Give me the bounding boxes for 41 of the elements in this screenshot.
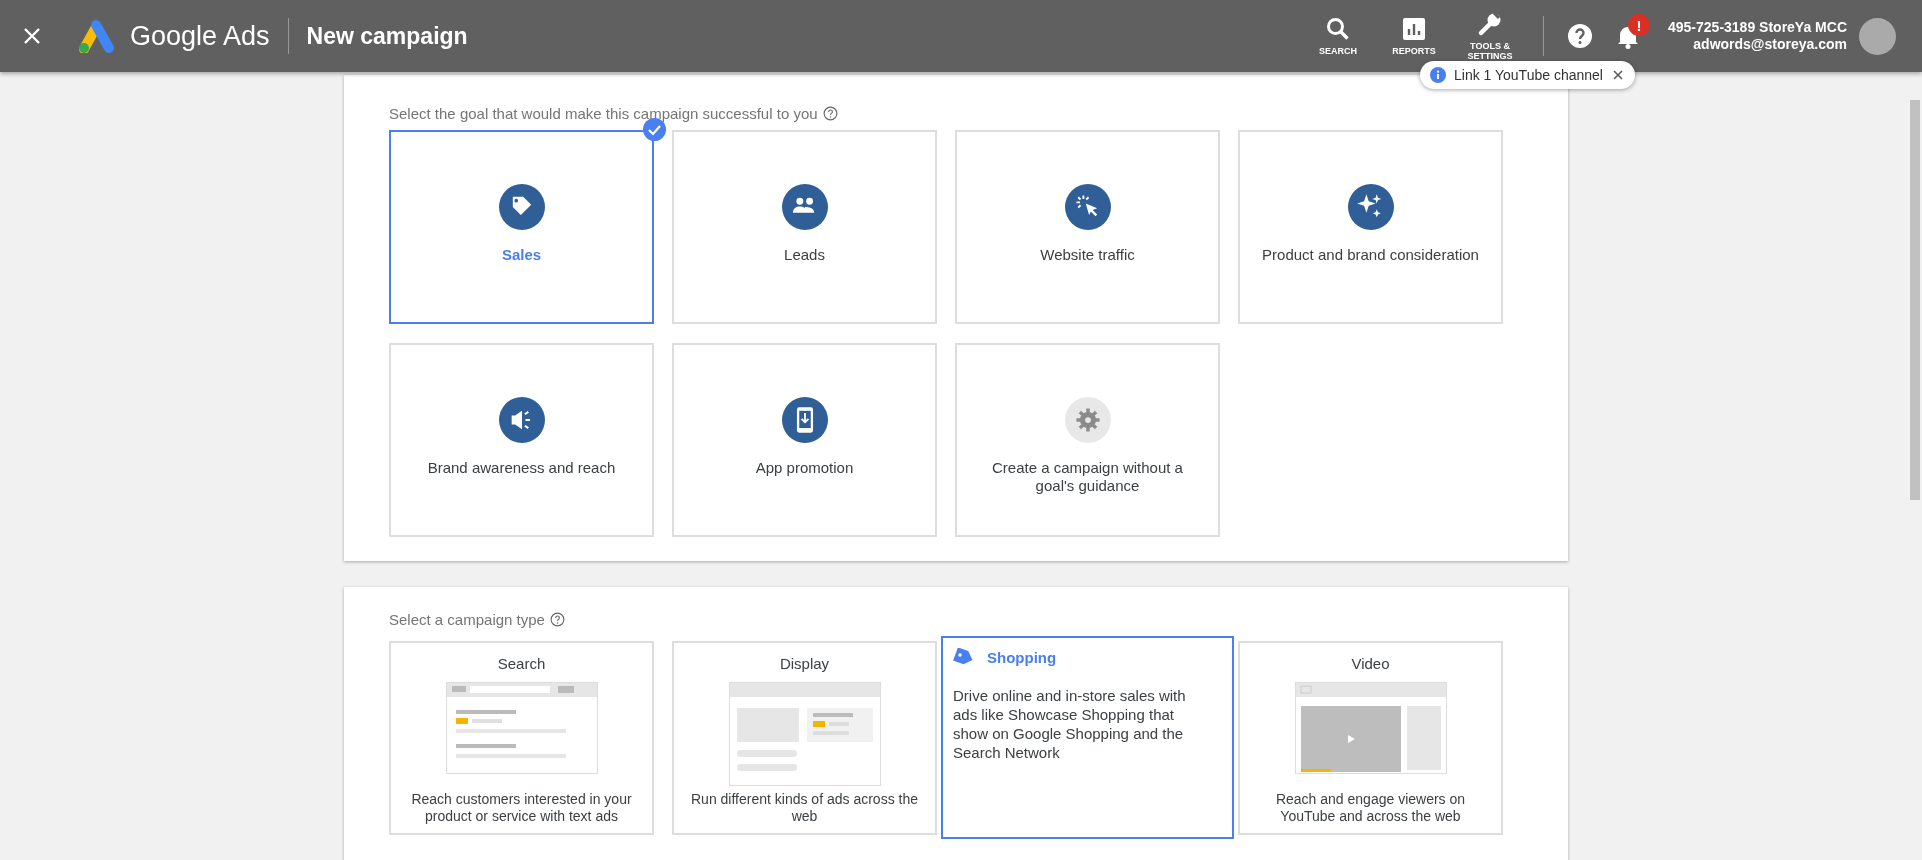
campaign-type-tile[interactable]: Video Reach and engage viewers on YouTube and across the web bbox=[1238, 641, 1503, 835]
campaign-type-prompt: Select a campaign type bbox=[389, 611, 545, 628]
megaphone-icon bbox=[498, 397, 545, 443]
goal-prompt: Select the goal that would make this campaign successful to you bbox=[389, 105, 818, 122]
reports-button[interactable]: REPORTS bbox=[1379, 16, 1449, 56]
search-button[interactable]: SEARCH bbox=[1303, 16, 1373, 56]
help-icon[interactable] bbox=[822, 106, 838, 121]
campaign-type-tile[interactable]: Search Reach customers interested in your product or service with text ads bbox=[389, 641, 654, 835]
scrollbar[interactable] bbox=[1910, 100, 1920, 500]
campaign-type-tile[interactable]: Display Run different kinds of ads across the web bbox=[672, 641, 937, 835]
bar-chart-icon bbox=[1401, 16, 1427, 42]
cursor-click-icon bbox=[1064, 184, 1111, 230]
tools-settings-button[interactable]: TOOLS & SETTINGS bbox=[1455, 11, 1525, 61]
goal-tile[interactable]: Leads bbox=[672, 130, 937, 324]
account-name: 495-725-3189 StoreYa MCC bbox=[1668, 19, 1847, 36]
goal-tile[interactable]: Website traffic bbox=[955, 130, 1220, 324]
tag-icon bbox=[953, 648, 975, 666]
campaign-type-tile[interactable]: Shopping Drive online and in-store sales with ads like Showcase Shopping that show on Google Shopping and the Search Network bbox=[941, 636, 1234, 839]
goal-tile[interactable]: Brand awareness and reach bbox=[389, 343, 654, 537]
close-icon[interactable] bbox=[22, 26, 42, 46]
info-icon bbox=[1430, 67, 1446, 83]
close-icon[interactable] bbox=[1610, 68, 1625, 82]
product-name: Google Ads bbox=[130, 20, 270, 52]
notification-text: Link 1 YouTube channel bbox=[1454, 67, 1603, 83]
goal-tile[interactable]: Create a campaign without a goal's guidance bbox=[955, 343, 1220, 537]
gear-icon bbox=[1064, 397, 1111, 443]
search-icon bbox=[1325, 16, 1351, 42]
sparkle-icon bbox=[1347, 184, 1394, 230]
people-icon bbox=[781, 184, 828, 230]
notification-badge: ! bbox=[1628, 14, 1650, 36]
goal-tile[interactable]: Sales bbox=[389, 130, 654, 324]
tag-icon bbox=[498, 184, 545, 230]
account-email: adwords@storeya.com bbox=[1693, 36, 1847, 53]
avatar[interactable] bbox=[1859, 17, 1896, 55]
page-title: New campaign bbox=[306, 22, 468, 50]
goal-tile[interactable]: App promotion bbox=[672, 343, 937, 537]
help-icon[interactable] bbox=[549, 612, 565, 627]
help-icon[interactable] bbox=[1566, 22, 1594, 50]
goal-tile[interactable]: Product and brand consideration bbox=[1238, 130, 1503, 324]
phone-download-icon bbox=[781, 397, 828, 443]
wrench-icon bbox=[1477, 11, 1503, 37]
